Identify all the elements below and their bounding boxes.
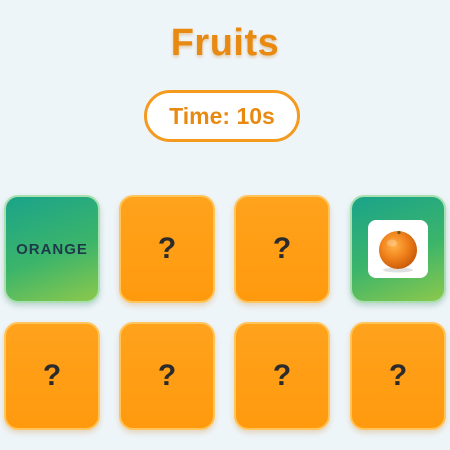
card-8[interactable]: ? xyxy=(350,322,446,430)
question-mark: ? xyxy=(388,359,408,392)
game-title: Fruits xyxy=(170,22,280,64)
card-1[interactable]: ORANGE xyxy=(4,195,100,303)
card-image-tile xyxy=(368,220,428,278)
question-mark: ? xyxy=(272,359,292,392)
card-word: ORANGE xyxy=(16,240,88,258)
question-mark: ? xyxy=(272,232,292,265)
card-2[interactable]: ? xyxy=(119,195,215,303)
card-4[interactable] xyxy=(350,195,446,303)
card-5[interactable]: ? xyxy=(4,322,100,430)
card-6[interactable]: ? xyxy=(119,322,215,430)
question-mark: ? xyxy=(157,232,177,265)
question-mark: ? xyxy=(42,359,62,392)
card-7[interactable]: ? xyxy=(234,322,330,430)
timer-badge: Time: 10s xyxy=(144,90,300,142)
question-mark: ? xyxy=(157,359,177,392)
card-3[interactable]: ? xyxy=(234,195,330,303)
orange-icon xyxy=(379,230,417,273)
game-screen: Fruits Time: 10s ORANGE ? ? ? ? ? ? xyxy=(0,0,450,450)
